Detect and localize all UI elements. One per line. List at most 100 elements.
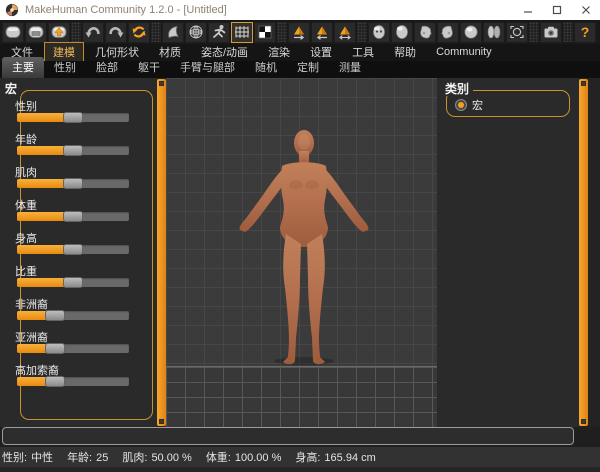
status-label: 年龄: [67, 452, 92, 464]
slider-track[interactable] [17, 212, 129, 221]
status-value: 50.00 % [151, 452, 191, 464]
slider-track[interactable] [17, 344, 129, 353]
slider-handle[interactable] [63, 178, 83, 189]
undo-button[interactable] [82, 22, 104, 43]
view-left-button[interactable] [437, 22, 459, 43]
category-option-macro[interactable]: 宏 [455, 97, 483, 113]
toolbar-group [162, 22, 276, 43]
slider-row: 比重 [1, 263, 154, 296]
slider-handle[interactable] [63, 211, 83, 222]
slider-handle[interactable] [63, 145, 83, 156]
status-value: 100.00 % [235, 452, 281, 464]
smooth-shading-button[interactable] [162, 22, 184, 43]
slider-row: 年龄 [1, 131, 154, 164]
wireframe-button[interactable] [185, 22, 207, 43]
pose-button[interactable] [208, 22, 230, 43]
toolbar-separator [529, 22, 539, 42]
makehuman-window: MakeHuman Community 1.2.0 - [Untitled] ?… [0, 0, 600, 472]
new-file-button[interactable] [2, 22, 24, 43]
slider-fill [17, 146, 67, 155]
reset-camera-button[interactable] [506, 22, 528, 43]
right-panel-splitter[interactable] [579, 79, 588, 426]
sub-tab-1[interactable]: 主要 [2, 57, 44, 78]
symmetry-both-button[interactable] [334, 22, 356, 43]
sub-tab-3[interactable]: 脸部 [86, 57, 128, 78]
view-both-icon [485, 24, 503, 40]
slider-track[interactable] [17, 179, 129, 188]
reset-camera-icon [508, 24, 526, 40]
slider-label: 身高 [15, 230, 37, 246]
maximize-button[interactable] [542, 0, 571, 20]
slider-row: 身高 [1, 230, 154, 263]
close-button[interactable] [571, 0, 600, 20]
slider-fill [17, 179, 67, 188]
slider-handle[interactable] [45, 376, 65, 387]
slider-label: 性别 [15, 98, 37, 114]
sub-tab-2[interactable]: 性别 [44, 57, 86, 78]
sub-tab-6[interactable]: 随机 [245, 57, 287, 78]
grid-button[interactable] [231, 22, 253, 43]
screenshot-button[interactable] [540, 22, 562, 43]
slider-label: 年龄 [15, 131, 37, 147]
progress-bar [2, 427, 574, 445]
redo-button[interactable] [105, 22, 127, 43]
status-segment: 体重: 100.00 % [206, 449, 282, 465]
load-file-button[interactable] [25, 22, 47, 43]
slider-handle[interactable] [45, 310, 65, 321]
slider-track[interactable] [17, 113, 129, 122]
view-top-button[interactable] [460, 22, 482, 43]
slider-row: 体重 [1, 197, 154, 230]
minimize-button[interactable] [513, 0, 542, 20]
window-edge [588, 78, 600, 427]
slider-fill [17, 377, 49, 386]
view-right-button[interactable] [414, 22, 436, 43]
sub-tab-5[interactable]: 手臂与腿部 [170, 57, 245, 78]
macro-group-title: 宏 [5, 83, 21, 96]
help-button[interactable]: ? [574, 22, 596, 43]
load-file-icon [27, 24, 45, 40]
menu-tab-9[interactable]: 帮助 [385, 42, 425, 63]
status-label: 体重: [206, 452, 231, 464]
slider-track[interactable] [17, 311, 129, 320]
slider-handle[interactable] [63, 244, 83, 255]
category-group-title: 类别 [445, 83, 473, 96]
view-back-icon [393, 24, 411, 40]
splitter-knob-icon [159, 419, 164, 424]
symmetry-both-icon [336, 24, 354, 40]
slider-handle[interactable] [63, 112, 83, 123]
view-right-icon [416, 24, 434, 40]
reload-button[interactable] [128, 22, 150, 43]
slider-handle[interactable] [45, 343, 65, 354]
view-both-button[interactable] [483, 22, 505, 43]
symmetry-right-button[interactable] [288, 22, 310, 43]
slider-track[interactable] [17, 245, 129, 254]
splitter-knob-icon [581, 419, 586, 424]
status-label: 身高: [295, 452, 320, 464]
slider-label: 非洲裔 [15, 296, 48, 312]
symmetry-left-button[interactable] [311, 22, 333, 43]
slider-handle[interactable] [63, 277, 83, 288]
sub-tab-7[interactable]: 定制 [287, 57, 329, 78]
slider-fill [17, 212, 67, 221]
sub-tab-4[interactable]: 躯干 [128, 57, 170, 78]
slider-track[interactable] [17, 377, 129, 386]
view-back-button[interactable] [391, 22, 413, 43]
toolbar-separator [151, 22, 161, 42]
3d-viewport[interactable] [166, 78, 437, 427]
screenshot-icon [542, 24, 560, 40]
slider-row: 肌肉 [1, 164, 154, 197]
human-model[interactable] [230, 128, 378, 368]
slider-track[interactable] [17, 278, 129, 287]
sub-tab-8[interactable]: 测量 [329, 57, 371, 78]
view-front-button[interactable] [368, 22, 390, 43]
save-file-button[interactable] [48, 22, 70, 43]
background-checker-button[interactable] [254, 22, 276, 43]
redo-icon [107, 24, 125, 40]
status-segment: 身高:165.94 cm [295, 449, 375, 465]
toolbar-separator [357, 22, 367, 42]
slider-track[interactable] [17, 146, 129, 155]
status-segment: 肌肉:50.00 % [122, 449, 191, 465]
toolbar-group: ? [574, 22, 596, 43]
left-panel-splitter[interactable] [157, 79, 166, 426]
menu-tab-10[interactable]: Community [427, 44, 501, 61]
